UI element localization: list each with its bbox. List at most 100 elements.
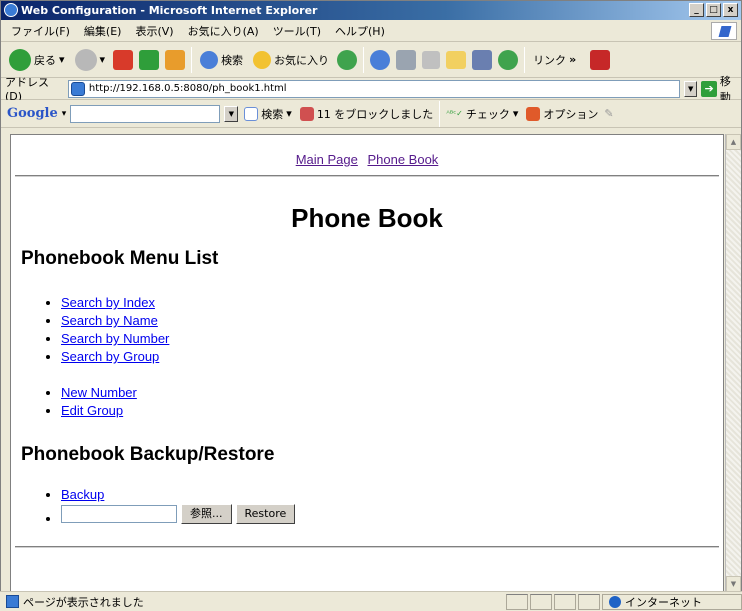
standard-toolbar: 戻る ▾ ▾ 検索 お気に入り リンク » xyxy=(1,42,741,78)
forward-button[interactable]: ▾ xyxy=(73,45,108,75)
globe-icon xyxy=(609,595,621,608)
address-url: http://192.168.0.5:8080/ph_book1.html xyxy=(88,83,287,94)
list-item: Search by Index xyxy=(61,294,723,312)
history-icon[interactable] xyxy=(337,49,358,70)
toolbar-separator xyxy=(191,46,193,73)
status-pane xyxy=(554,593,576,610)
list-item: Search by Name xyxy=(61,312,723,330)
menu-file[interactable]: ファイル(F) xyxy=(11,23,70,39)
list-item: Search by Number xyxy=(61,330,723,348)
list-item: Edit Group xyxy=(61,402,723,420)
zone-label: インターネット xyxy=(625,595,702,609)
new-number-link[interactable]: New Number xyxy=(61,385,137,400)
edit-icon[interactable] xyxy=(422,50,441,69)
options-icon xyxy=(526,106,541,121)
search-by-group-link[interactable]: Search by Group xyxy=(61,349,159,364)
scroll-down-button[interactable]: ▼ xyxy=(726,576,741,592)
window-title: Web Configuration - Microsoft Internet E… xyxy=(21,4,318,17)
page-icon xyxy=(70,81,85,96)
favorites-button[interactable]: お気に入り xyxy=(251,45,331,75)
search-by-number-link[interactable]: Search by Number xyxy=(61,331,169,346)
search-menu-list: Search by Index Search by Name Search by… xyxy=(61,294,723,366)
edit-group-link[interactable]: Edit Group xyxy=(61,403,123,418)
edit-menu-list: New Number Edit Group xyxy=(61,384,723,420)
links-label: リンク xyxy=(533,53,567,67)
restore-button[interactable]: Restore xyxy=(235,504,296,524)
list-item: Backup xyxy=(61,486,723,504)
main-page-link[interactable]: Main Page xyxy=(296,152,358,167)
address-dropdown-button[interactable]: ▼ xyxy=(683,80,698,97)
status-pane xyxy=(506,593,528,610)
toolbar-separator xyxy=(363,46,365,73)
divider xyxy=(15,175,719,177)
menu-tools[interactable]: ツール(T) xyxy=(273,23,321,39)
star-icon xyxy=(253,50,272,69)
toolbar-separator xyxy=(524,46,526,73)
menu-favorites[interactable]: お気に入り(A) xyxy=(188,23,259,39)
address-bar: アドレス(D) http://192.168.0.5:8080/ph_book1… xyxy=(1,75,741,104)
google-dropdown-button[interactable]: ▼ xyxy=(224,105,239,122)
search-button[interactable]: 検索 xyxy=(198,45,245,75)
backup-link[interactable]: Backup xyxy=(61,487,104,502)
back-arrow-icon xyxy=(9,48,31,71)
backup-heading: Phonebook Backup/Restore xyxy=(21,444,275,465)
popup-blocked-icon xyxy=(299,106,314,121)
back-button[interactable]: 戻る ▾ xyxy=(7,45,67,75)
links-button[interactable]: リンク » xyxy=(531,45,578,75)
menu-view[interactable]: 表示(V) xyxy=(135,23,173,39)
stop-icon[interactable] xyxy=(113,49,134,70)
vertical-scrollbar[interactable]: ▲ ▼ xyxy=(725,134,741,592)
menu-help[interactable]: ヘルプ(H) xyxy=(335,23,385,39)
favorites-label: お気に入り xyxy=(274,53,330,67)
home-icon[interactable] xyxy=(165,49,186,70)
list-item: Search by Group xyxy=(61,348,723,366)
blocked-label: 11 をブロックしました xyxy=(316,107,434,121)
print-icon[interactable] xyxy=(396,49,417,70)
scroll-up-button[interactable]: ▲ xyxy=(726,134,741,150)
pdf-icon[interactable] xyxy=(590,49,611,70)
refresh-icon[interactable] xyxy=(139,49,160,70)
search-by-index-link[interactable]: Search by Index xyxy=(61,295,155,310)
list-item: 参照... Restore xyxy=(61,504,723,524)
mail-icon[interactable] xyxy=(370,49,391,70)
page-title: Phone Book xyxy=(291,203,443,233)
messenger-icon[interactable] xyxy=(498,49,519,70)
pencil-icon[interactable]: ✎ xyxy=(604,107,613,120)
options-button[interactable]: オプション xyxy=(524,99,600,129)
popup-blocker-button[interactable]: 11 をブロックしました xyxy=(298,99,436,129)
maximize-button[interactable]: □ xyxy=(706,3,721,17)
page-done-icon xyxy=(6,595,19,608)
google-g-icon xyxy=(244,106,259,121)
check-label: チェック xyxy=(465,107,510,121)
google-logo[interactable]: Google xyxy=(7,106,58,121)
address-input[interactable]: http://192.168.0.5:8080/ph_book1.html xyxy=(67,79,680,98)
folder-icon[interactable] xyxy=(446,50,467,69)
title-bar: Web Configuration - Microsoft Internet E… xyxy=(1,1,741,20)
browse-button[interactable]: 参照... xyxy=(181,504,232,524)
menu-edit[interactable]: 編集(E) xyxy=(84,23,122,39)
windows-logo-icon xyxy=(711,22,737,40)
status-pane xyxy=(578,593,600,610)
menu-bar: ファイル(F) 編集(E) 表示(V) お気に入り(A) ツール(T) ヘルプ(… xyxy=(1,20,741,42)
restore-file-input[interactable] xyxy=(61,505,177,523)
google-search-input[interactable] xyxy=(70,104,221,123)
search-by-name-link[interactable]: Search by Name xyxy=(61,313,158,328)
search-icon xyxy=(200,50,219,69)
status-text: ページが表示されました xyxy=(23,595,144,609)
phone-book-link[interactable]: Phone Book xyxy=(367,152,438,167)
security-zone: インターネット xyxy=(602,593,742,610)
menu-list-heading: Phonebook Menu List xyxy=(21,248,219,269)
minimize-button[interactable]: _ xyxy=(689,3,704,17)
backup-list: Backup 参照... Restore xyxy=(61,486,723,524)
google-search-label: 検索 xyxy=(261,107,284,121)
go-arrow-icon: ➔ xyxy=(701,80,717,97)
close-button[interactable]: x xyxy=(723,3,738,17)
google-search-button[interactable]: 検索 ▾ xyxy=(242,99,294,129)
address-label: アドレス(D) xyxy=(5,76,49,103)
research-icon[interactable] xyxy=(472,49,493,70)
back-label: 戻る xyxy=(34,53,56,67)
spellcheck-button[interactable]: ᴬᴮᶜ✓ チェック ▾ xyxy=(444,99,520,129)
top-nav: Main Page Phone Book xyxy=(11,152,723,167)
page-content: Main Page Phone Book Phone Book Phoneboo… xyxy=(10,134,724,592)
status-pane xyxy=(530,593,552,610)
